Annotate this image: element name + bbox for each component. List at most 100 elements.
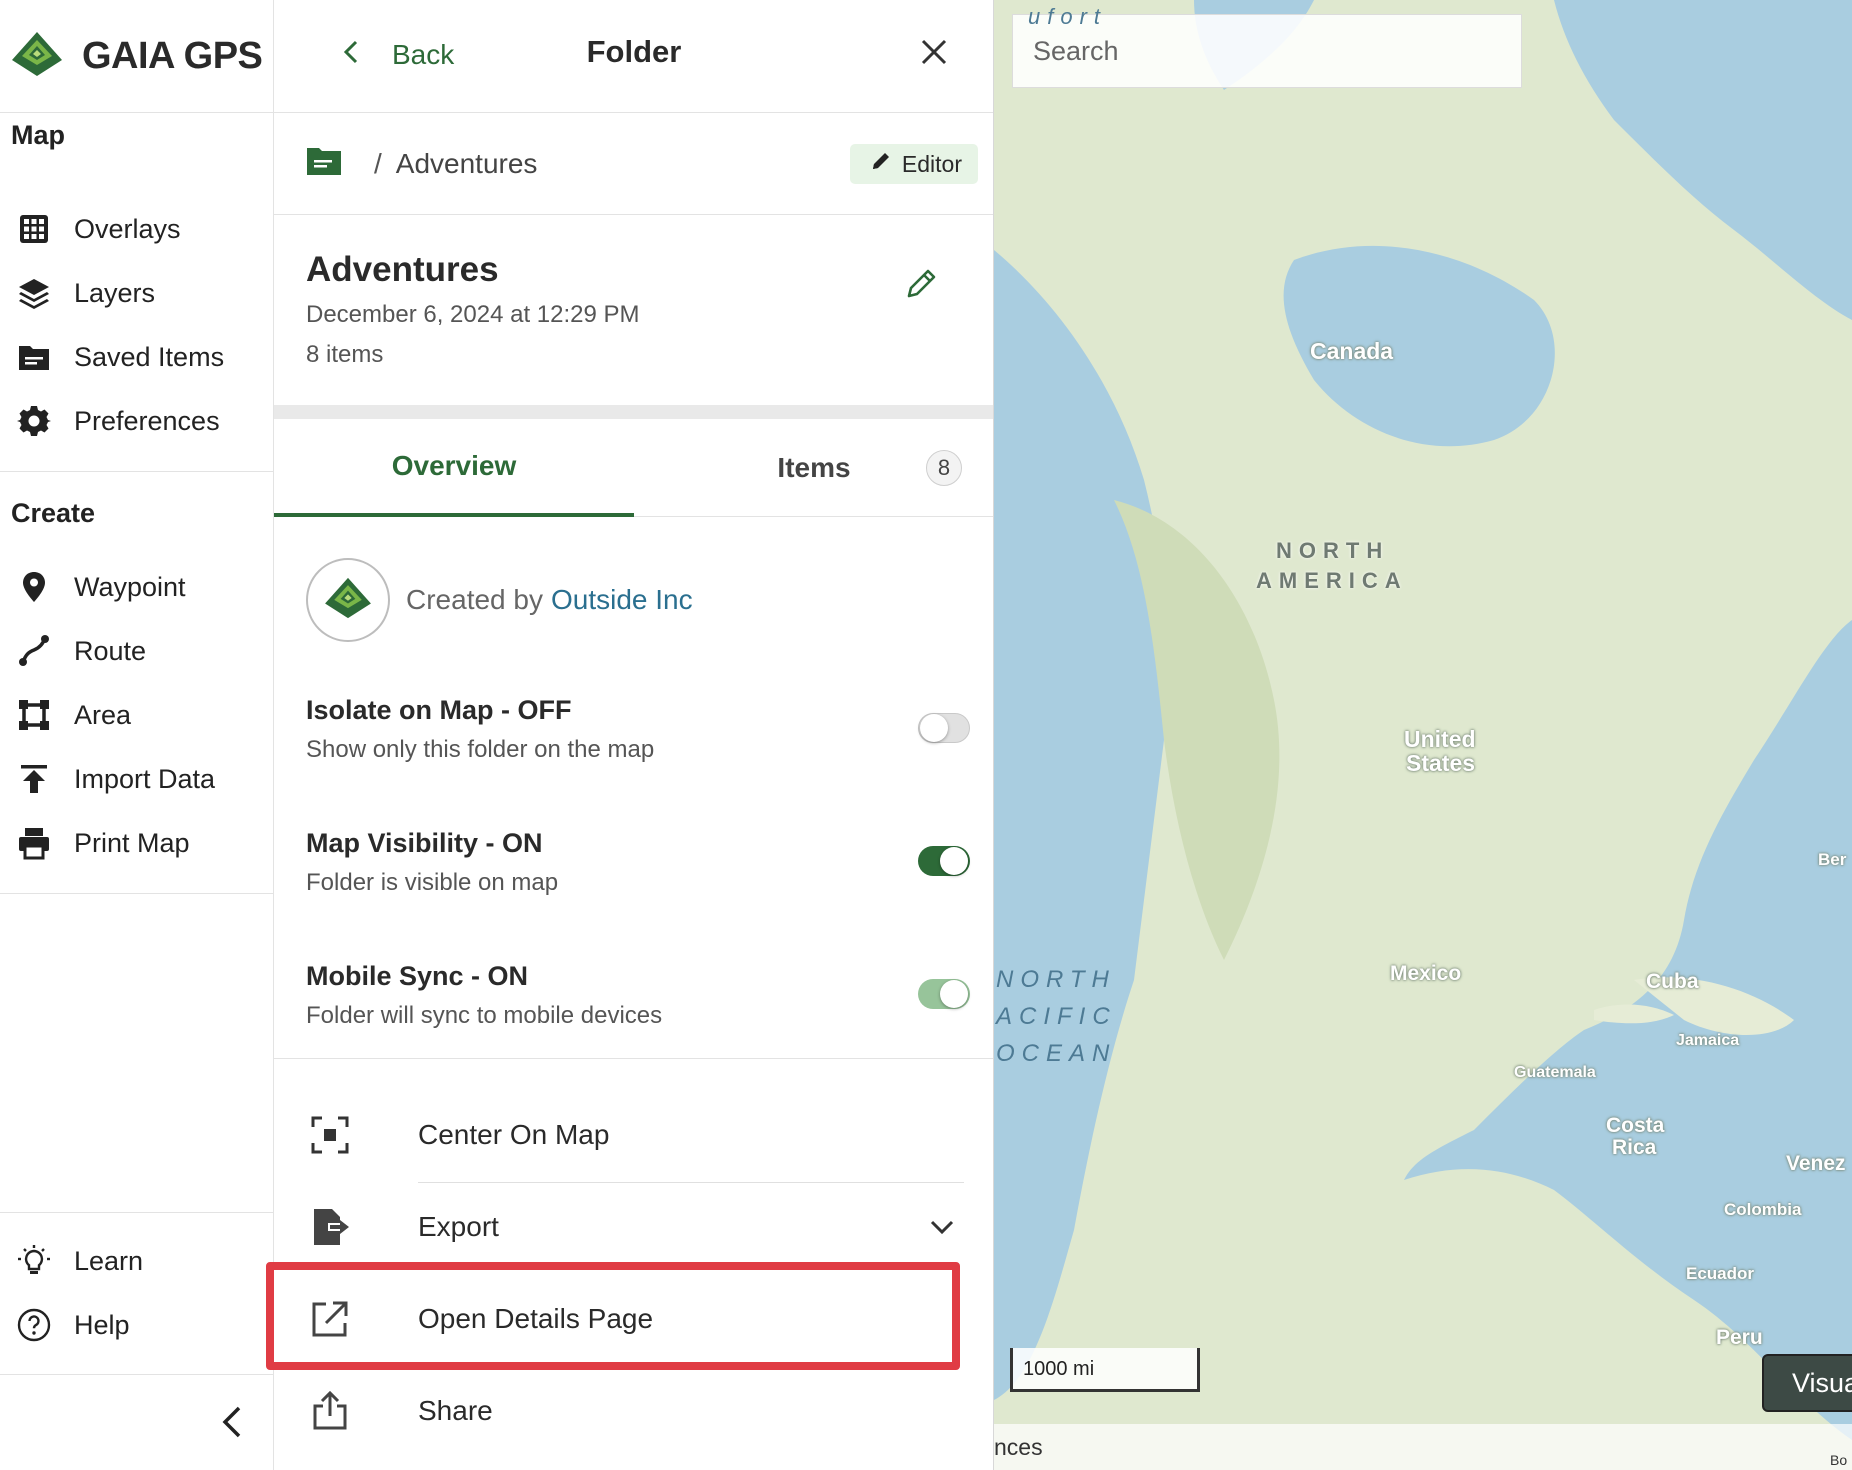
- nav-item-waypoint[interactable]: Waypoint: [0, 558, 274, 616]
- nav-item-route[interactable]: Route: [0, 622, 274, 680]
- map-label-jamaica: Jamaica: [1676, 1032, 1740, 1049]
- toggle-knob: [920, 714, 948, 742]
- map-label-united: United: [1404, 726, 1476, 752]
- action-share[interactable]: Share: [274, 1366, 993, 1456]
- nav-item-label: Saved Items: [74, 341, 225, 372]
- section-divider: [274, 1058, 993, 1059]
- nav-item-label: Waypoint: [74, 571, 186, 602]
- creator-link[interactable]: Outside Inc: [551, 584, 693, 616]
- map-label-venezuela: Venez: [1786, 1152, 1846, 1175]
- route-icon: [14, 631, 54, 671]
- nav-divider: [0, 1374, 274, 1375]
- nav-item-print-map[interactable]: Print Map: [0, 814, 274, 872]
- nav-heading-map: Map: [11, 120, 65, 150]
- nav-item-label: Learn: [74, 1245, 144, 1276]
- tab-bar: Overview Items 8: [274, 419, 993, 517]
- chevron-down-icon: [928, 1213, 956, 1241]
- map-scale: 1000 mi: [1010, 1348, 1200, 1392]
- mobile-sync-toggle[interactable]: [918, 979, 970, 1009]
- map-label-beaufort: ufort: [1028, 4, 1108, 29]
- setting-map-visibility: Map Visibility - ON Folder is visible on…: [306, 828, 974, 908]
- breadcrumb-separator: /: [374, 147, 382, 179]
- role-badge: Editor: [849, 144, 978, 184]
- items-count-badge: 8: [926, 450, 962, 486]
- toggle-knob: [940, 847, 968, 875]
- action-open-details-page[interactable]: Open Details Page: [274, 1274, 993, 1364]
- setting-description: Folder is visible on map: [306, 869, 559, 896]
- action-label: Share: [418, 1395, 493, 1426]
- nav-item-label: Overlays: [74, 213, 181, 244]
- overlays-grid-icon: [14, 209, 54, 249]
- nav-item-learn[interactable]: Learn: [0, 1232, 274, 1290]
- tab-overview[interactable]: Overview: [274, 419, 634, 517]
- map-label-rica: Rica: [1612, 1136, 1657, 1159]
- map-label-ber: Ber: [1818, 850, 1847, 869]
- map-view[interactable]: ufort Canada NORTH AMERICA United States…: [994, 0, 1852, 1470]
- setting-description: Folder will sync to mobile devices: [306, 1002, 663, 1029]
- folder-icon[interactable]: [306, 146, 342, 181]
- map-label-north: NORTH: [1276, 538, 1390, 563]
- panel-header: Back Folder: [274, 0, 993, 113]
- folder-item-count: 8 items: [306, 341, 384, 368]
- map-label-ocean-ocean: OCEAN: [996, 1040, 1117, 1067]
- action-export[interactable]: Export: [274, 1182, 993, 1272]
- nav-item-area[interactable]: Area: [0, 686, 274, 744]
- map-label-peru: Peru: [1716, 1326, 1763, 1349]
- tab-label: Overview: [391, 450, 517, 481]
- close-button[interactable]: [918, 36, 958, 76]
- nav-item-saved-items[interactable]: Saved Items: [0, 328, 274, 386]
- creator-avatar: [306, 558, 390, 642]
- folder-date: December 6, 2024 at 12:29 PM: [306, 301, 640, 328]
- map-label-colombia: Colombia: [1724, 1200, 1802, 1219]
- sidebar-nav: GAIA GPS Map Overlays Layers Saved Items…: [0, 0, 274, 1470]
- nav-heading-create: Create: [11, 498, 96, 528]
- pin-icon: [14, 567, 54, 607]
- setting-mobile-sync: Mobile Sync - ON Folder will sync to mob…: [306, 961, 974, 1041]
- toggle-knob: [940, 980, 968, 1008]
- map-label-canada: Canada: [1310, 338, 1394, 364]
- map-label-ocean-north: NORTH: [996, 966, 1116, 993]
- lightbulb-icon: [14, 1241, 54, 1281]
- nav-item-label: Preferences: [74, 405, 220, 436]
- map-attribution[interactable]: nces: [994, 1424, 1852, 1470]
- close-icon: [918, 39, 950, 72]
- map-label-ocean-pacific: ACIFIC: [996, 1003, 1117, 1030]
- map-label-guatemala: Guatemala: [1514, 1064, 1596, 1081]
- nav-divider: [0, 1212, 274, 1213]
- brand[interactable]: GAIA GPS: [0, 0, 274, 113]
- action-label: Center On Map: [418, 1119, 610, 1150]
- chevron-left-icon: [217, 1404, 247, 1445]
- collapse-sidebar-button[interactable]: [210, 1402, 254, 1446]
- question-icon: [14, 1305, 54, 1345]
- nav-item-overlays[interactable]: Overlays: [0, 200, 274, 258]
- brand-name: GAIA GPS: [82, 34, 263, 77]
- pencil-icon: [870, 150, 892, 178]
- nav-item-layers[interactable]: Layers: [0, 264, 274, 322]
- visibility-toggle[interactable]: [918, 846, 970, 876]
- nav-item-import-data[interactable]: Import Data: [0, 750, 274, 808]
- map-label-states: States: [1406, 750, 1476, 776]
- export-icon: [308, 1205, 352, 1249]
- setting-title: Map Visibility - ON: [306, 828, 543, 858]
- visual-button[interactable]: Visua: [1762, 1354, 1852, 1412]
- creator-row: Created by Outside Inc: [306, 557, 693, 643]
- gaia-logo-icon: [10, 30, 64, 83]
- back-button[interactable]: Back: [310, 30, 454, 80]
- action-label: Open Details Page: [418, 1303, 654, 1334]
- section-divider: [274, 405, 993, 419]
- edit-folder-button[interactable]: [904, 265, 944, 305]
- nav-item-help[interactable]: Help: [0, 1296, 274, 1354]
- action-label: Export: [418, 1211, 499, 1242]
- printer-icon: [14, 823, 54, 863]
- folder-info: Adventures December 6, 2024 at 12:29 PM …: [274, 215, 993, 405]
- back-label: Back: [392, 39, 455, 70]
- action-center-on-map[interactable]: Center On Map: [274, 1090, 993, 1180]
- nav-item-label: Route: [74, 635, 147, 666]
- nav-item-preferences[interactable]: Preferences: [0, 392, 274, 450]
- gear-icon: [14, 401, 54, 441]
- isolate-toggle[interactable]: [918, 713, 970, 743]
- tab-items[interactable]: Items 8: [634, 419, 993, 517]
- setting-title: Mobile Sync - ON: [306, 961, 529, 991]
- gaia-logo-icon: [323, 576, 373, 625]
- search-input[interactable]: [1033, 35, 1493, 67]
